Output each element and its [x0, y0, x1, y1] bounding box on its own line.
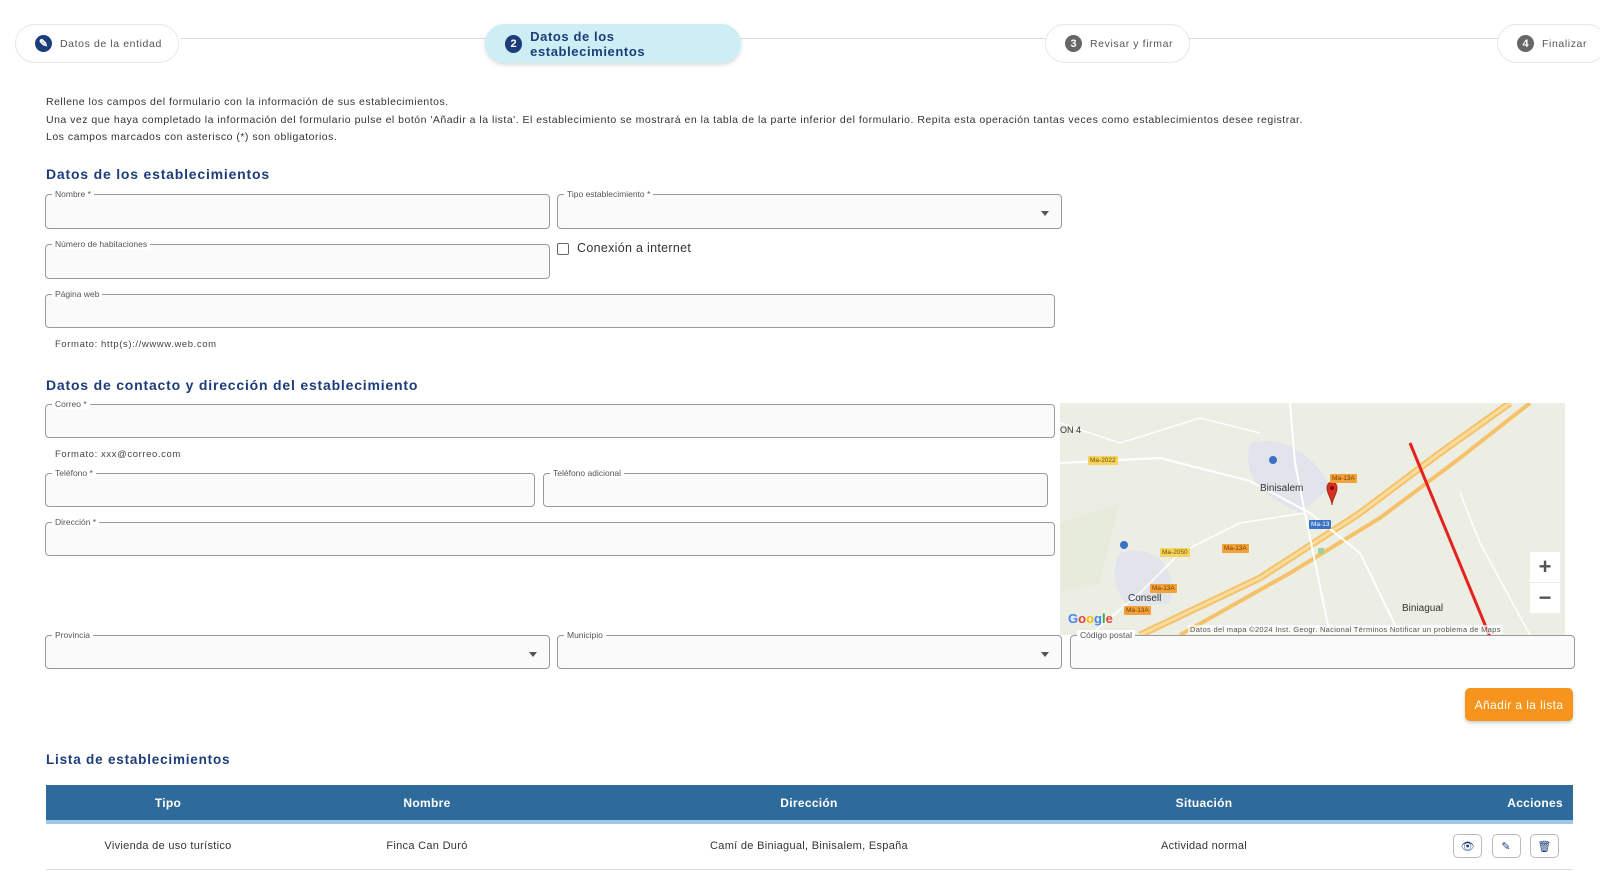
- pagina-web-field[interactable]: Página web: [45, 289, 1055, 328]
- field-label: Página web: [52, 289, 103, 299]
- field-label: Número de habitaciones: [52, 239, 151, 249]
- road-label: Ma-13A: [1150, 584, 1177, 593]
- stepper-line: [180, 38, 1500, 39]
- pencil-icon: ✎: [1501, 840, 1511, 853]
- column-header-acciones: Acciones: [1354, 785, 1573, 824]
- field-label: Nombre *: [52, 189, 94, 199]
- codigo-postal-field[interactable]: Código postal: [1070, 630, 1575, 669]
- habitaciones-field[interactable]: Número de habitaciones: [45, 239, 550, 279]
- map-place-biniagual: Biniagual: [1402, 603, 1444, 614]
- internet-checkbox-label[interactable]: Conexión a internet: [577, 241, 691, 255]
- cell-acciones: 👁 ✎ 🗑: [1354, 822, 1573, 870]
- step-datos-entidad[interactable]: ✎ Datos de la entidad: [15, 24, 179, 63]
- section-title-establecimientos: Datos de los establecimientos: [46, 166, 270, 182]
- road-label: Ma-2050: [1160, 548, 1190, 557]
- location-map[interactable]: ON 4 Binisalem Consell Biniagual Ma-2022…: [1060, 403, 1565, 635]
- municipio-select[interactable]: Municipio: [557, 630, 1062, 669]
- step-number-2: 2: [505, 34, 523, 53]
- field-label: Tipo establecimiento *: [564, 189, 654, 199]
- delete-button[interactable]: 🗑: [1530, 834, 1559, 859]
- list-title: Lista de establecimientos: [46, 752, 231, 767]
- correo-field[interactable]: Correo *: [45, 399, 1055, 438]
- step-label: Datos de los establecimientos: [530, 28, 646, 59]
- field-label: Municipio: [564, 630, 606, 640]
- field-label: Teléfono adicional: [550, 468, 625, 478]
- provincia-select[interactable]: Provincia: [45, 630, 550, 669]
- field-label: Provincia: [52, 630, 93, 640]
- column-header-direccion: Dirección: [564, 785, 1054, 824]
- intro-line: Rellene los campos del formulario con la…: [46, 96, 449, 108]
- section-title-contacto: Datos de contacto y dirección del establ…: [46, 377, 419, 393]
- intro-line: Los campos marcados con asterisco (*) so…: [46, 131, 338, 143]
- road-label: Ma-13: [1309, 520, 1332, 529]
- step-datos-establecimientos[interactable]: 2 Datos de los establecimientos: [485, 24, 741, 63]
- table-row: Vivienda de uso turístico Finca Can Duró…: [46, 822, 1573, 870]
- map-attribution[interactable]: Datos del mapa ©2024 Inst. Geogr. Nacion…: [1188, 625, 1503, 634]
- road-label: Ma-13A: [1124, 606, 1151, 615]
- step-revisar-firmar[interactable]: 3 Revisar y firmar: [1045, 24, 1191, 63]
- web-format-helper: Formato: http(s)://wwww.web.com: [55, 339, 217, 350]
- field-label: Código postal: [1077, 630, 1135, 640]
- view-button[interactable]: 👁: [1453, 834, 1483, 859]
- telefono-field[interactable]: Teléfono *: [45, 468, 535, 507]
- map-place: ON 4: [1060, 425, 1082, 435]
- zoom-in-button[interactable]: +: [1530, 552, 1560, 582]
- edit-button[interactable]: ✎: [1491, 834, 1521, 859]
- road-label: Ma-13A: [1330, 474, 1357, 483]
- step-label: Revisar y firmar: [1090, 37, 1174, 50]
- road-label: Ma-2022: [1088, 456, 1118, 465]
- intro-text: Rellene los campos del formulario con la…: [46, 94, 1303, 147]
- field-label: Correo *: [52, 399, 90, 409]
- tipo-establecimiento-select[interactable]: Tipo establecimiento *: [557, 189, 1062, 229]
- chevron-down-icon: [529, 652, 537, 657]
- google-logo: Google: [1068, 611, 1113, 626]
- cell-tipo: Vivienda de uso turístico: [46, 822, 290, 870]
- chevron-down-icon: [1041, 211, 1049, 216]
- column-header-situacion: Situación: [1054, 785, 1354, 824]
- direccion-field[interactable]: Dirección *: [45, 517, 1055, 556]
- step-label: Finalizar: [1542, 37, 1588, 50]
- road-label: Ma-13A: [1222, 544, 1249, 553]
- column-header-tipo: Tipo: [46, 785, 290, 824]
- step-label: Datos de la entidad: [60, 37, 162, 50]
- cell-direccion: Camí de Biniagual, Binisalem, España: [564, 822, 1054, 870]
- table-header-row: Tipo Nombre Dirección Situación Acciones: [46, 785, 1573, 824]
- map-place-consell: Consell: [1128, 593, 1162, 604]
- cell-nombre: Finca Can Duró: [290, 822, 564, 870]
- nombre-field[interactable]: Nombre *: [45, 189, 550, 229]
- trash-icon: 🗑: [1537, 840, 1552, 853]
- establishments-table: Tipo Nombre Dirección Situación Acciones…: [46, 785, 1573, 870]
- step-finalizar[interactable]: 4 Finalizar: [1497, 24, 1600, 63]
- correo-format-helper: Formato: xxx@correo.com: [55, 449, 181, 460]
- internet-checkbox[interactable]: [557, 243, 569, 255]
- intro-line: Una vez que haya completado la informaci…: [46, 113, 1303, 126]
- telefono-adicional-field[interactable]: Teléfono adicional: [543, 468, 1048, 507]
- column-header-nombre: Nombre: [290, 785, 564, 824]
- field-label: Teléfono *: [52, 468, 96, 478]
- eye-icon: 👁: [1460, 840, 1475, 853]
- add-to-list-button[interactable]: Añadir a la lista: [1465, 688, 1573, 721]
- pencil-icon: ✎: [35, 35, 52, 52]
- step-number-3: 3: [1065, 35, 1082, 52]
- chevron-down-icon: [1041, 652, 1049, 657]
- map-place-binisalem: Binisalem: [1260, 483, 1304, 494]
- field-label: Dirección *: [52, 517, 100, 527]
- cell-situacion: Actividad normal: [1054, 822, 1354, 870]
- zoom-out-button[interactable]: −: [1530, 583, 1560, 613]
- step-number-4: 4: [1517, 35, 1534, 52]
